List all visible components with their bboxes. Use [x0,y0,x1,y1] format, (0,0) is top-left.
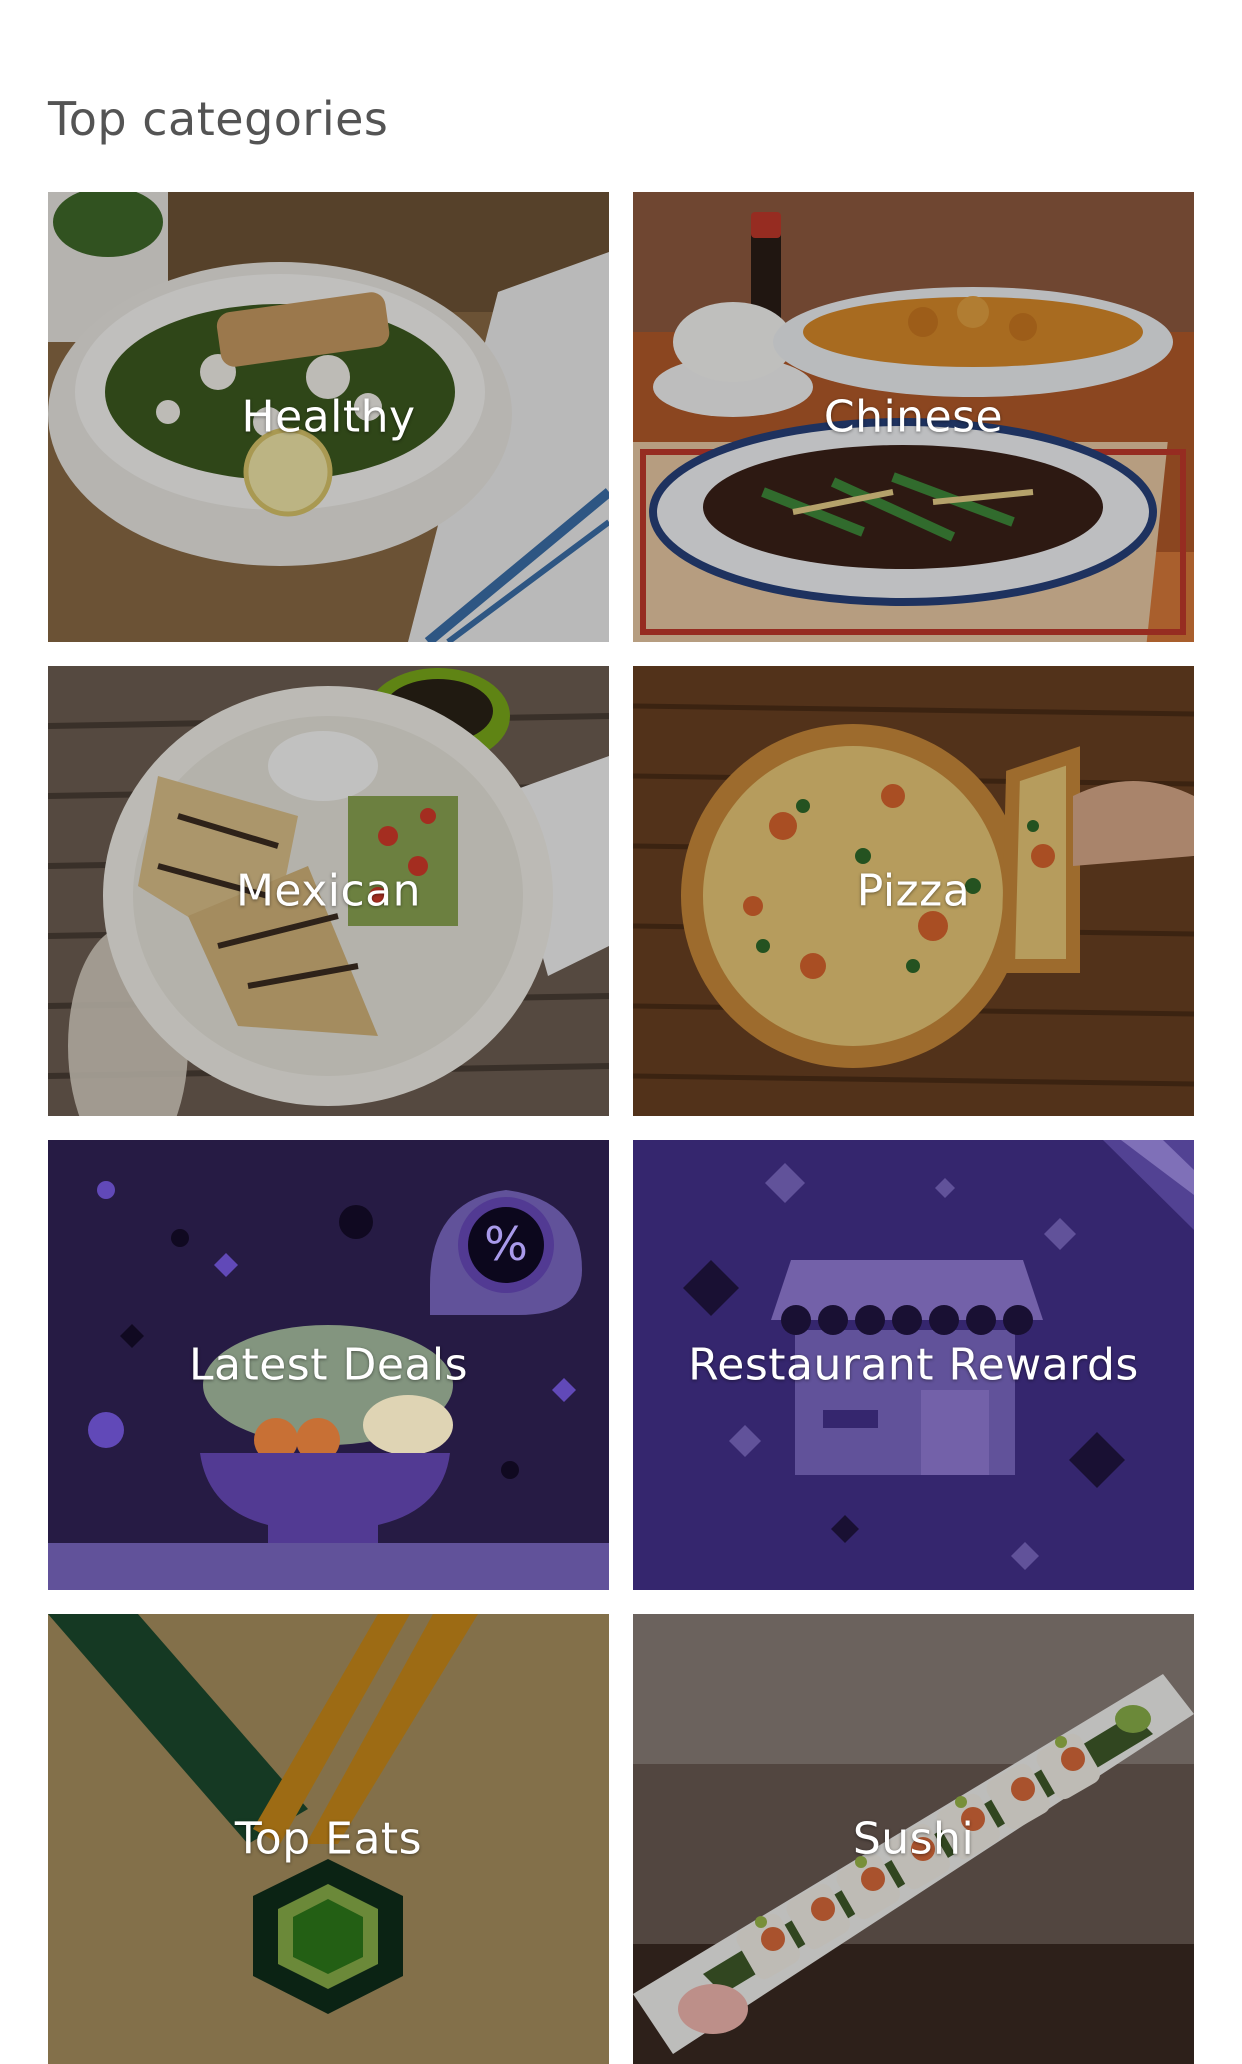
category-tile-restaurant-rewards[interactable]: Restaurant Rewards [633,1140,1194,1590]
category-label: Chinese [823,391,1004,443]
category-label: Mexican [235,865,422,917]
category-label: Healthy [241,391,416,443]
category-label: Sushi [852,1813,975,1865]
category-label: Top Eats [234,1813,423,1865]
category-label: Pizza [856,865,971,917]
category-label: Restaurant Rewards [688,1339,1139,1391]
category-label: Latest Deals [188,1339,469,1391]
category-tile-pizza[interactable]: Pizza [633,666,1194,1116]
category-tile-sushi[interactable]: Sushi [633,1614,1194,2064]
section-title: Top categories [48,92,389,146]
category-tile-latest-deals[interactable]: % Latest Deals [48,1140,609,1590]
category-tile-top-eats[interactable]: Top Eats [48,1614,609,2064]
category-tile-mexican[interactable]: Mexican [48,666,609,1116]
category-tile-healthy[interactable]: Healthy [48,192,609,642]
category-tile-chinese[interactable]: Chinese [633,192,1194,642]
